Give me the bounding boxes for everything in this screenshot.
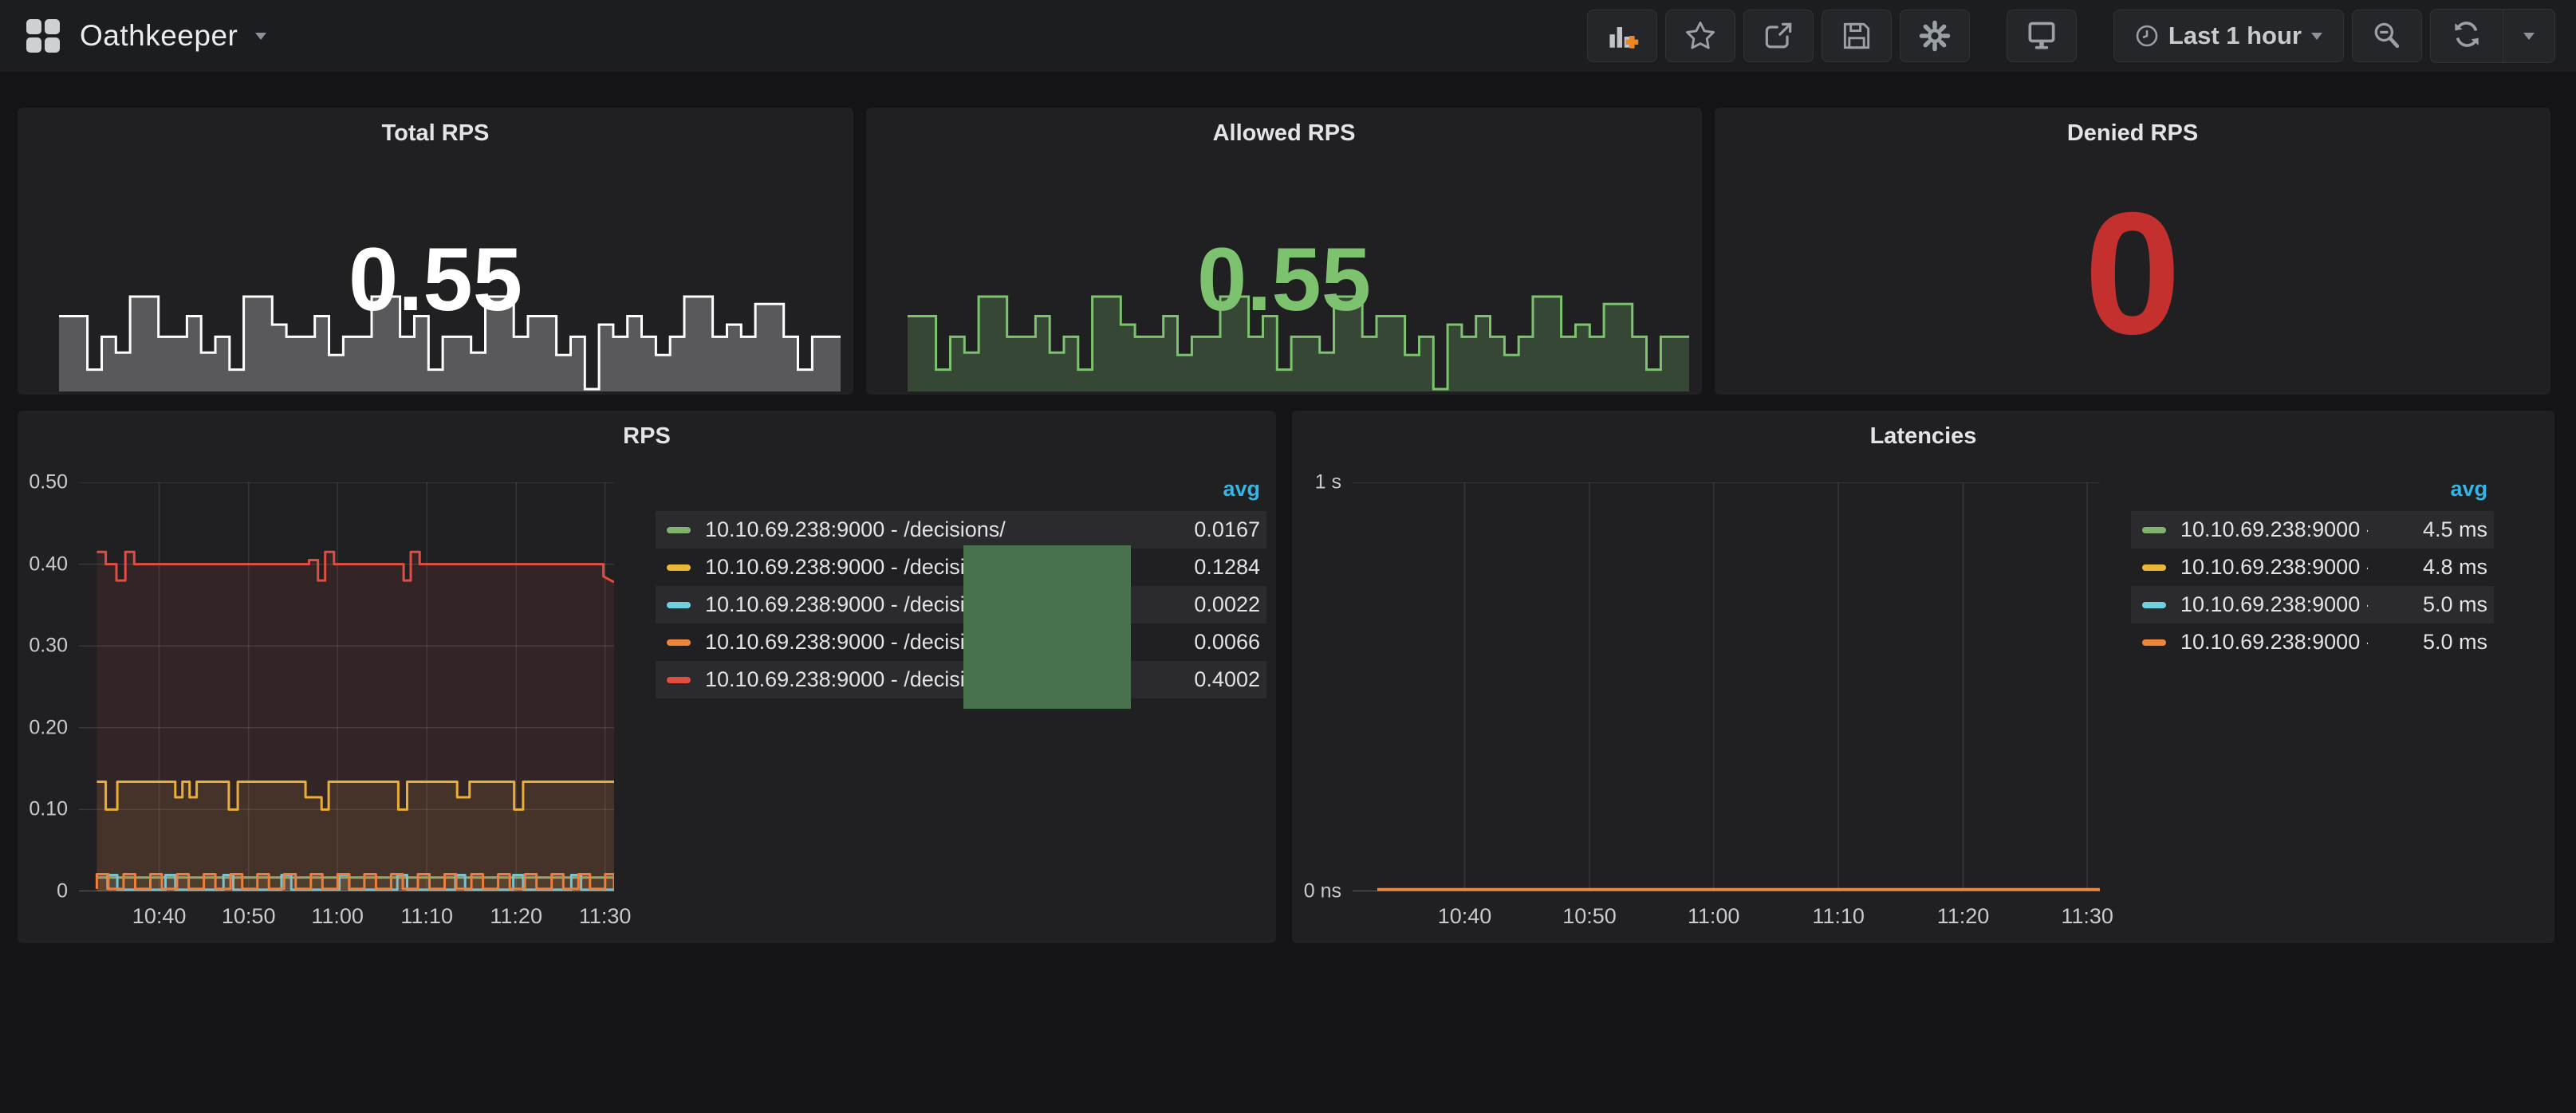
y-axis-tick: 0 [12,880,68,903]
refresh-interval-button[interactable] [2503,10,2554,62]
x-axis-tick: 11:30 [2061,904,2113,929]
legend-row: 10.10.69.238:9000 - /decisions/0.0022 [656,586,1266,623]
series-name[interactable]: 10.10.69.238:9000 - p90 [2180,517,2368,542]
settings-button[interactable] [1900,10,1970,62]
x-axis-tick: 11:10 [400,904,453,929]
dashboard-dropdown-caret-icon[interactable] [255,33,266,40]
panel-title[interactable]: Latencies [1292,423,2554,450]
y-axis-tick: 0.50 [12,471,68,494]
refresh-button[interactable] [2431,10,2503,62]
gear-icon [1917,18,1952,53]
add-panel-button[interactable] [1587,10,1657,62]
series-avg-value: 0.1284 [1156,555,1260,580]
panel-title[interactable]: RPS [18,423,1276,450]
series-avg-value: 5.0 ms [2368,630,2487,655]
y-axis-tick: 1 s [1286,471,1341,494]
x-axis-tick: 10:40 [1438,904,1492,929]
panel-title[interactable]: Total RPS [18,120,853,147]
series-avg-value: 5.0 ms [2368,592,2487,617]
monitor-icon [2024,18,2059,53]
series-name[interactable]: 10.10.69.238:9000 - /decisions/ [705,517,1156,542]
x-axis-tick: 11:20 [490,904,542,929]
legend-row: 10.10.69.238:9000 - p954.8 ms [2131,549,2494,586]
stat-value: 0.55 [18,235,853,324]
legend: avg10.10.69.238:9000 - p904.5 ms10.10.69… [2131,473,2494,661]
series-color-swatch-icon[interactable] [667,602,691,608]
series-color-swatch-icon[interactable] [2142,564,2166,571]
legend-row: 10.10.69.238:9000 - p1005.0 ms [2131,623,2494,661]
y-axis-tick: 0 ns [1286,880,1341,903]
series-color-swatch-icon[interactable] [667,677,691,683]
zoom-out-icon [2369,18,2405,53]
star-icon [1683,18,1718,53]
x-axis-tick: 11:30 [579,904,632,929]
panel-latencies-chart: Latencies avg 10.10.69.238:9000 - p904.5 … [1292,411,2554,943]
navbar: Oathkeeper [0,0,2576,72]
time-range-caret-icon [2311,33,2322,40]
y-axis-tick: 0.30 [12,635,68,658]
legend: avg 10.10.69.238:9000 - /decisions/0.0167… [656,473,1266,698]
legend-row: 10.10.69.238:9000 - /decisions/0.0066 [656,623,1266,661]
series-name[interactable]: 10.10.69.238:9000 - p95 [2180,555,2368,580]
apps-grid-icon[interactable] [24,17,62,55]
y-axis-tick: 0.20 [12,716,68,739]
series-color-swatch-icon[interactable] [667,639,691,646]
series-color-swatch-icon[interactable] [2142,639,2166,646]
series-avg-value: 4.8 ms [2368,555,2487,580]
legend-row: 10.10.69.238:9000 - p904.5 ms [2131,511,2494,549]
refresh-icon [2449,17,2484,56]
series-color-swatch-icon[interactable] [667,527,691,533]
zoom-out-button[interactable] [2352,10,2422,62]
series-name[interactable]: 10.10.69.238:9000 - p99 [2180,592,2368,617]
stat-value: 0 [1715,187,2550,361]
legend-avg-header: avg [656,473,1266,505]
x-axis-tick: 10:50 [1562,904,1617,929]
x-axis-tick: 11:00 [1688,904,1740,929]
legend-row: 10.10.69.238:9000 - /decisions/0.0167 [656,511,1266,549]
series-name[interactable]: 10.10.69.238:9000 - p100 [2180,630,2368,655]
star-button[interactable] [1665,10,1735,62]
time-range-button[interactable]: Last 1 hour [2113,10,2344,62]
cycle-view-button[interactable] [2007,10,2077,62]
save-icon [1839,18,1874,53]
share-icon [1761,18,1796,53]
series-avg-value: 4.5 ms [2368,517,2487,542]
panel-title[interactable]: Allowed RPS [866,120,1702,147]
legend-row: 10.10.69.238:9000 - /decisions/0.1284 [656,549,1266,586]
series-avg-value: 0.4002 [1156,667,1260,692]
panel-allowed-rps: Allowed RPS 0.55 [866,108,1702,395]
share-button[interactable] [1743,10,1814,62]
x-axis-tick: 11:00 [311,904,364,929]
series-avg-value: 0.0167 [1156,517,1260,542]
y-axis-tick: 0.10 [12,798,68,821]
x-axis-tick: 11:20 [1937,904,1990,929]
series-color-swatch-icon[interactable] [667,564,691,571]
clock-icon [2135,24,2159,48]
dashboard-title[interactable]: Oathkeeper [80,19,238,53]
stat-value: 0.55 [866,235,1702,324]
refresh-interval-caret-icon [2523,33,2535,40]
panel-denied-rps: Denied RPS 0 [1715,108,2550,395]
series-color-swatch-icon[interactable] [2142,527,2166,533]
save-button[interactable] [1822,10,1892,62]
legend-row: 10.10.69.238:9000 - p995.0 ms [2131,586,2494,623]
plot-area[interactable] [79,482,614,891]
legend-row: 10.10.69.238:9000 - /decisions/0.4002 [656,661,1266,698]
legend-overlay-box [963,545,1131,709]
panel-title[interactable]: Denied RPS [1715,120,2550,147]
add-panel-icon [1605,18,1640,53]
series-color-swatch-icon[interactable] [2142,602,2166,608]
legend-avg-header: avg [2131,473,2494,505]
x-axis-tick: 11:10 [1812,904,1865,929]
series-avg-value: 0.0066 [1156,630,1260,655]
plot-area[interactable] [1353,482,2100,891]
x-axis-tick: 10:50 [222,904,276,929]
time-range-label: Last 1 hour [2168,22,2302,50]
series-avg-value: 0.0022 [1156,592,1260,617]
panel-total-rps: Total RPS 0.55 [18,108,853,395]
refresh-button-group [2430,9,2555,63]
panel-rps-chart: RPS avg 10.10.69.238:9000 - /decisions/0.… [18,411,1276,943]
y-axis-tick: 0.40 [12,553,68,576]
x-axis-tick: 10:40 [132,904,187,929]
